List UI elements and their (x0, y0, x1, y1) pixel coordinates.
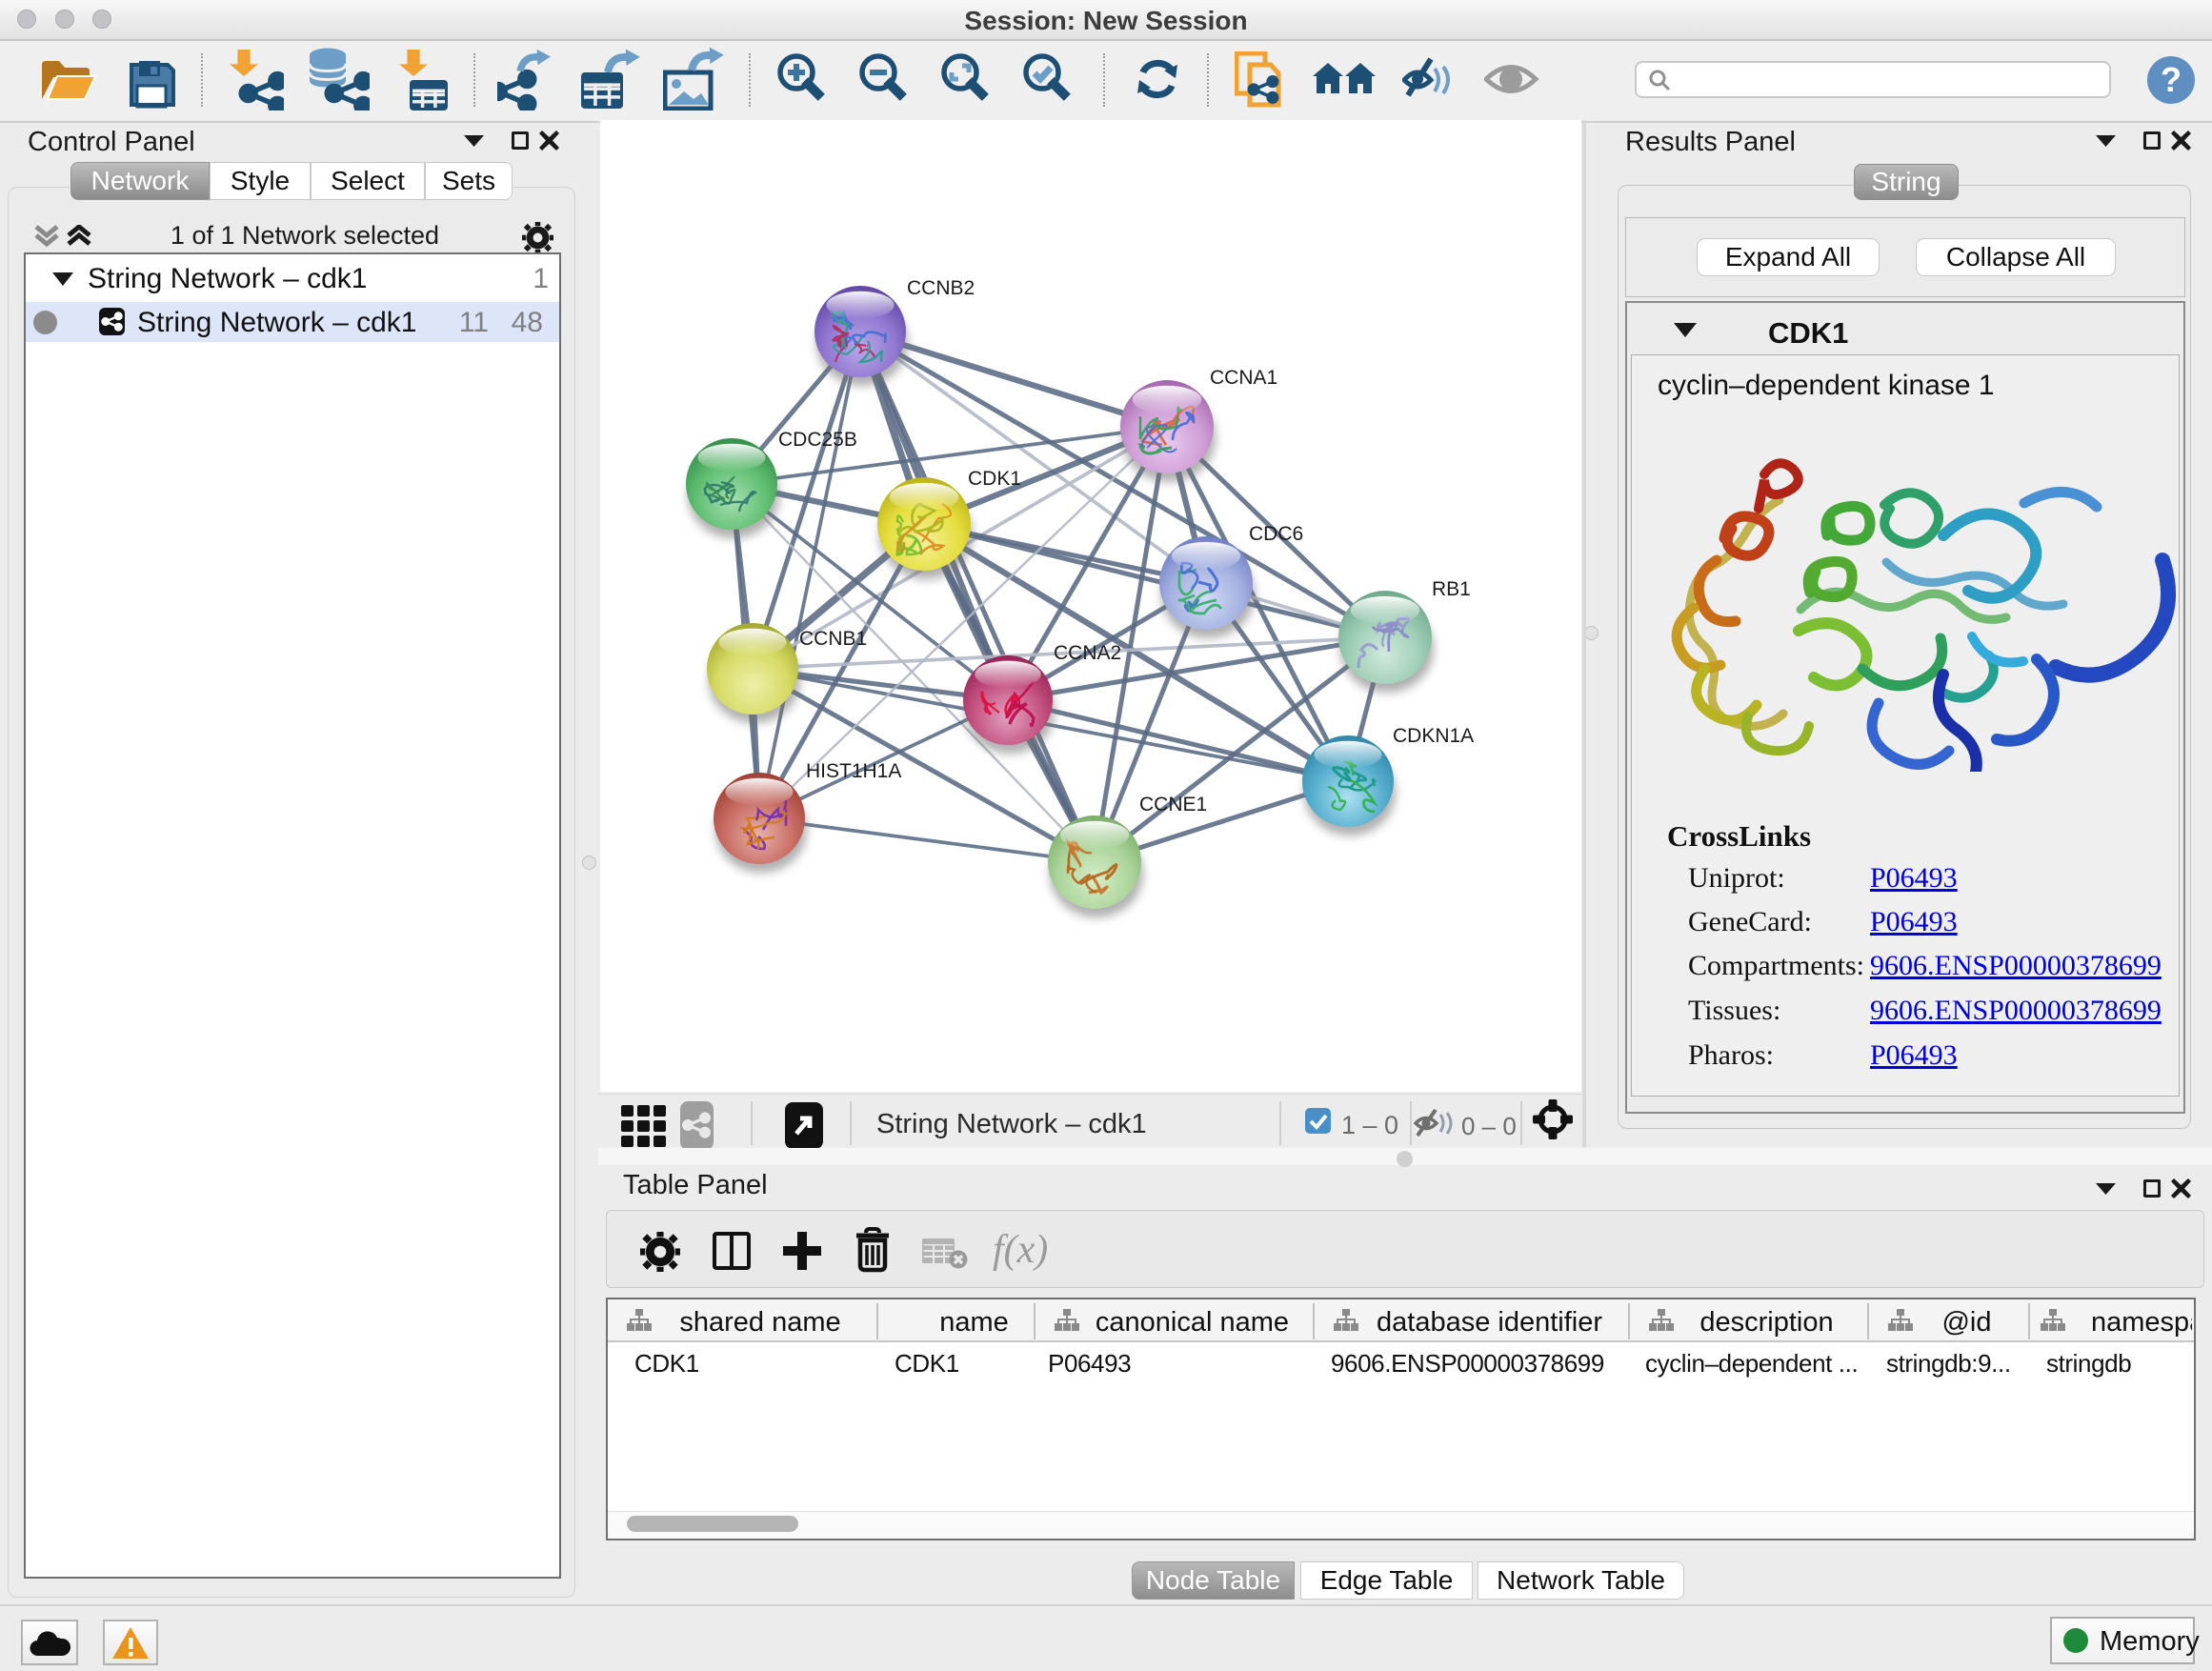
svg-text:CDKN1A: CDKN1A (1393, 725, 1474, 747)
svg-text:CCNB2: CCNB2 (907, 277, 975, 299)
svg-text:HIST1H1A: HIST1H1A (806, 760, 901, 782)
svg-text:CDK1: CDK1 (968, 468, 1021, 490)
svg-text:CCNA1: CCNA1 (1210, 367, 1277, 389)
svg-text:CDC25B: CDC25B (778, 429, 857, 451)
svg-text:CCNA2: CCNA2 (1054, 642, 1121, 664)
svg-text:CDC6: CDC6 (1249, 523, 1303, 545)
svg-text:CCNB1: CCNB1 (799, 628, 867, 650)
svg-text:RB1: RB1 (1432, 578, 1471, 600)
svg-text:CCNE1: CCNE1 (1139, 794, 1207, 815)
